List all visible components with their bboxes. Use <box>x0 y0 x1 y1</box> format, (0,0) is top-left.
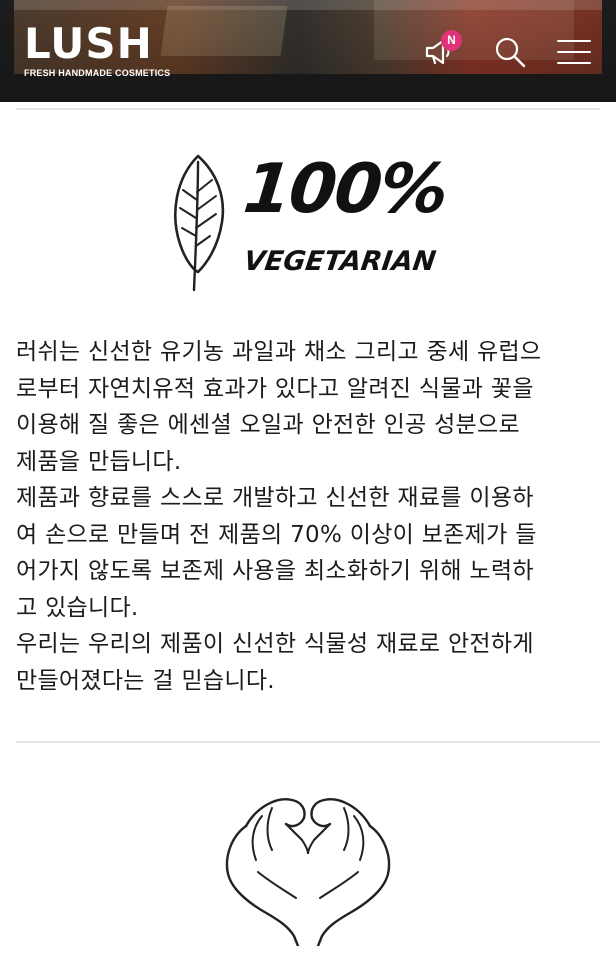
notification-badge: N <box>441 30 462 51</box>
site-header: LUSH FRESH HANDMADE COSMETICS N <box>0 0 616 102</box>
hamburger-menu-icon <box>557 40 591 64</box>
intro-line: 로부터 자연치유적 효과가 있다고 알려진 식물과 꽃을 <box>16 375 534 402</box>
menu-button[interactable] <box>554 32 594 72</box>
vegetarian-badge: 100% VEGETARIAN <box>160 150 460 300</box>
logo-subtitle: FRESH HANDMADE COSMETICS <box>24 68 171 78</box>
intro-line: 어가지 않도록 보존제 사용을 최소화하기 위해 노력하 <box>16 558 534 584</box>
lush-logo[interactable]: LUSH FRESH HANDMADE COSMETICS <box>24 19 171 79</box>
intro-line: 만들어졌다는 걸 믿습니다. <box>16 667 275 694</box>
intro-line: 러쉬는 신선한 유기농 과일과 채소 그리고 중세 유럽으 <box>16 339 542 365</box>
intro-line: 이용해 질 좋은 에센셜 오일과 안전한 인공 성분으로 <box>16 412 520 438</box>
leaf-icon <box>174 154 225 292</box>
intro-line: 제품을 만듭니다. <box>16 448 182 475</box>
vegetarian-label: VEGETARIAN <box>241 246 438 277</box>
search-button[interactable] <box>490 32 530 72</box>
heart-hands-icon <box>225 798 391 946</box>
intro-line: 우리는 우리의 제품이 신선한 식물성 재료로 안전하게 <box>16 631 534 657</box>
intro-line: 여 손으로 만들며 전 제품의 70% 이상이 보존제가 들 <box>16 521 537 548</box>
intro-paragraph: 러쉬는 신선한 유기농 과일과 채소 그리고 중세 유럽으 로부터 자연치유적 … <box>16 334 608 699</box>
percent-text: 100% <box>239 150 451 229</box>
search-icon <box>495 37 526 68</box>
section-divider <box>16 741 600 743</box>
intro-line: 제품과 향료를 스스로 개발하고 신선한 재료를 이용하 <box>16 485 534 511</box>
section-divider <box>16 108 600 110</box>
intro-line: 고 있습니다. <box>16 594 139 621</box>
logo-wordmark: LUSH <box>24 19 153 68</box>
